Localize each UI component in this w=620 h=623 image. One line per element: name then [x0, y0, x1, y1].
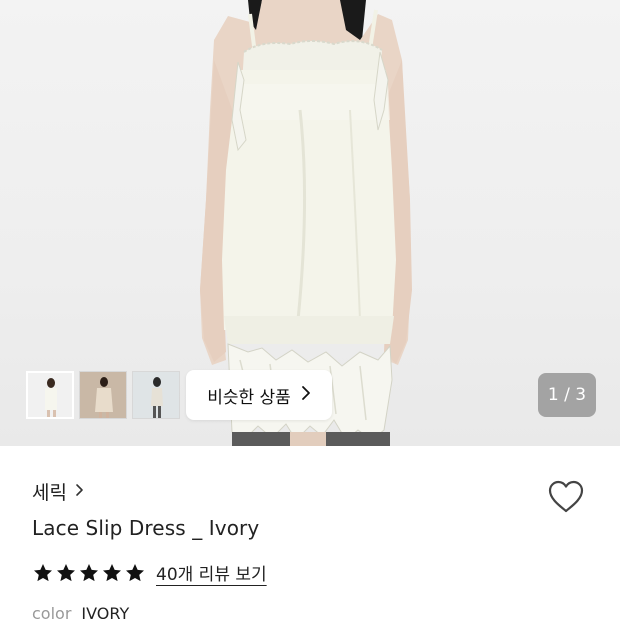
thumbnail-1[interactable]	[26, 371, 74, 419]
star-filled-icon	[103, 563, 121, 581]
similar-products-button[interactable]: 비슷한 상품	[186, 370, 332, 420]
chevron-right-icon	[75, 481, 84, 502]
product-title: Lace Slip Dress _ Ivory	[32, 516, 260, 540]
image-counter: 1 / 3	[538, 373, 596, 417]
product-image-gallery[interactable]: 비슷한 상품 1 / 3	[0, 0, 620, 446]
star-filled-icon	[57, 563, 75, 581]
similar-products-label: 비슷한 상품	[207, 387, 291, 408]
star-filled-icon	[80, 563, 98, 581]
option-row: color IVORY	[32, 604, 129, 623]
thumbnail-3[interactable]	[132, 371, 180, 419]
thumbnail-strip	[26, 371, 180, 419]
star-filled-icon	[34, 563, 52, 581]
wishlist-button[interactable]	[546, 477, 586, 517]
thumbnail-2[interactable]	[79, 371, 127, 419]
rating-row: 40개 리뷰 보기	[32, 560, 267, 585]
option-value: IVORY	[81, 604, 130, 623]
star-filled-icon	[126, 563, 144, 581]
star-rating	[32, 562, 146, 584]
option-label: color	[32, 604, 72, 623]
brand-link[interactable]: 세릭	[32, 478, 84, 505]
reviews-link[interactable]: 40개 리뷰 보기	[156, 560, 267, 585]
chevron-right-icon	[301, 385, 311, 405]
heart-outline-icon	[548, 480, 584, 513]
brand-name: 세릭	[32, 482, 67, 504]
